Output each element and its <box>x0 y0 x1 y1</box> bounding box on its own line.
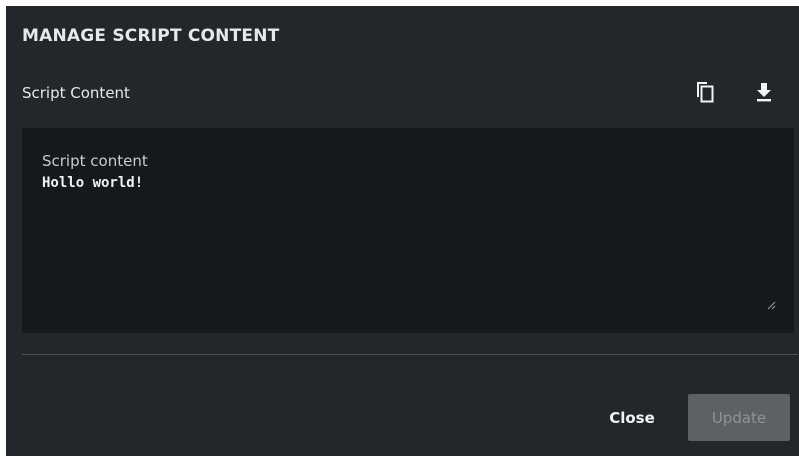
footer-divider <box>22 354 798 355</box>
resize-handle-icon[interactable] <box>766 295 776 310</box>
script-content-textarea[interactable]: Script content Hollo world! <box>22 128 794 333</box>
script-content-value[interactable]: Hollo world! <box>42 175 143 191</box>
script-content-heading: Script Content <box>22 84 130 102</box>
copy-button[interactable] <box>691 80 719 108</box>
copy-icon <box>694 80 716 108</box>
dialog-title: MANAGE SCRIPT CONTENT <box>22 26 280 46</box>
script-content-label: Script content <box>42 152 148 170</box>
download-icon <box>754 81 774 107</box>
manage-script-dialog: MANAGE SCRIPT CONTENT Script Content Scr… <box>6 6 799 456</box>
update-button[interactable]: Update <box>688 394 790 441</box>
download-button[interactable] <box>750 80 778 108</box>
close-button[interactable]: Close <box>600 401 664 435</box>
